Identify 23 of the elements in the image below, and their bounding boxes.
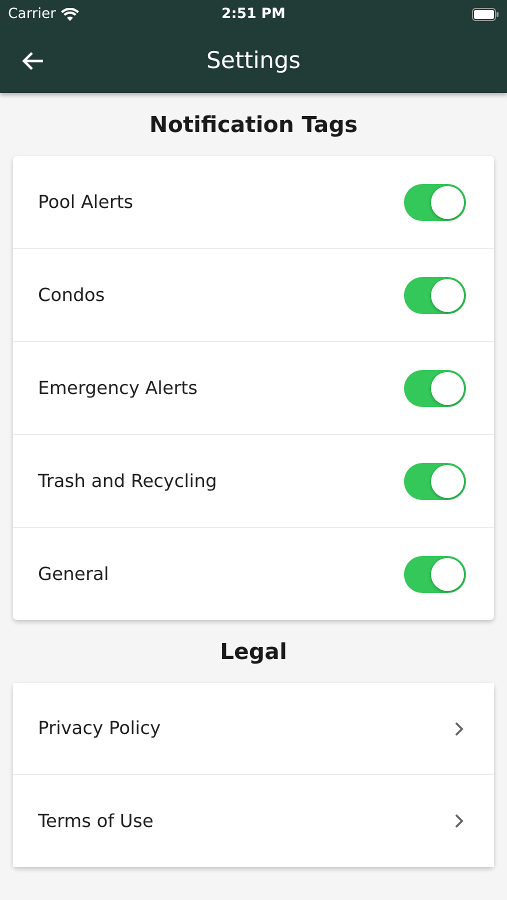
menu-row[interactable]: Privacy Policy [13,683,494,775]
wifi-icon [60,8,79,20]
setting-label: General [38,564,109,584]
toggle-switch[interactable] [404,276,466,314]
back-arrow-icon [22,50,44,70]
toggle-switch[interactable] [404,370,466,406]
clock-time: 2:51 PM [222,6,286,22]
setting-label: Condos [38,284,105,306]
back-button[interactable] [22,50,44,70]
setting-label: Emergency Alerts [38,378,198,398]
toggle-switch[interactable] [404,556,466,592]
battery-icon [472,8,499,20]
menu-row[interactable]: Terms of Use [13,775,494,867]
screen-title: Settings [206,48,301,74]
carrier-label: Carrier [8,6,56,22]
toggle-switch[interactable] [404,184,466,220]
section-title: Notification Tags [148,112,359,140]
section-title: Legal [218,639,288,667]
chevron-right-icon [454,720,464,736]
chevron-right-icon [454,813,464,829]
toggle-switch[interactable] [404,462,466,500]
setting-label: Pool Alerts [38,192,134,212]
setting-label: Trash and Recycling [38,470,217,492]
